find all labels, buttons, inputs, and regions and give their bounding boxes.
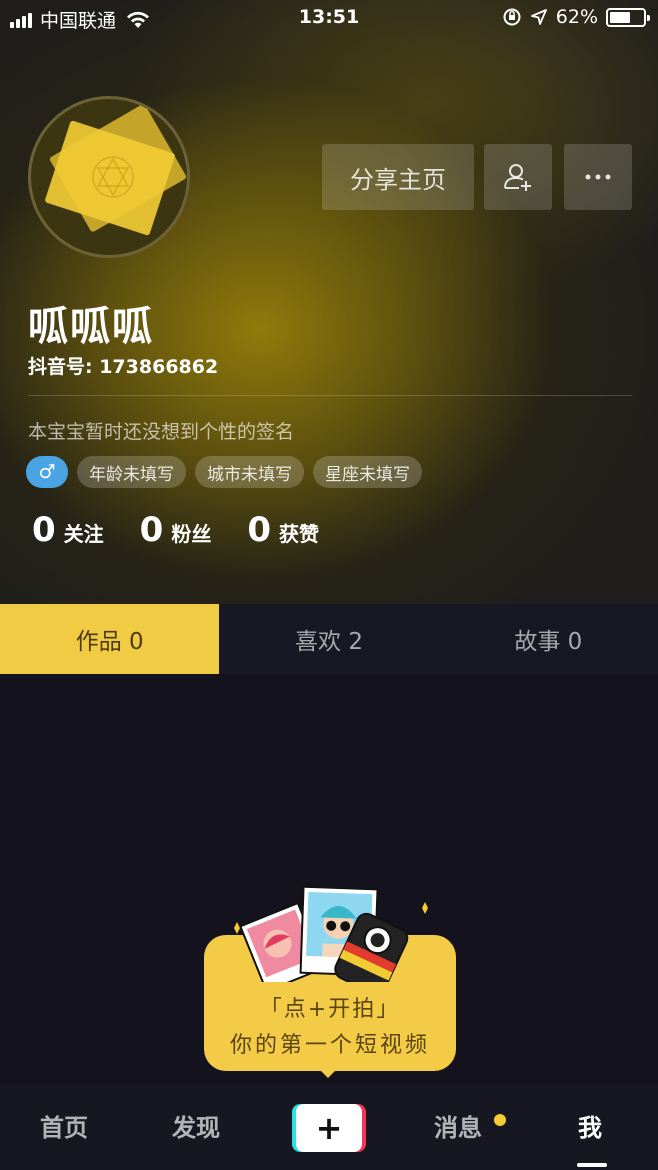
- nav-home[interactable]: 首页: [40, 1108, 88, 1143]
- tab-stories[interactable]: 故事 0: [439, 604, 658, 674]
- plus-icon: +: [296, 1104, 362, 1152]
- avatar-emblem-icon: [92, 156, 134, 198]
- add-friend-button[interactable]: [484, 144, 552, 210]
- signature[interactable]: 本宝宝暂时还没想到个性的签名: [28, 417, 294, 444]
- more-dots-icon: [585, 174, 611, 180]
- username: 呱呱呱: [28, 304, 154, 350]
- followers-label: 粉丝: [171, 522, 212, 546]
- share-profile-button[interactable]: 分享主页: [322, 144, 474, 210]
- photos-camera-illustration: [234, 885, 428, 982]
- nav-messages[interactable]: 消息: [434, 1108, 482, 1143]
- profile-stats: 0 关注 0 粉丝 0 获赞: [32, 510, 355, 550]
- douyin-id: 抖音号: 173866862: [28, 356, 219, 378]
- tip-arrow: [318, 1068, 338, 1078]
- avatar[interactable]: [28, 96, 190, 258]
- following-label: 关注: [63, 522, 104, 546]
- profile-tabs: 作品 0 喜欢 2 故事 0: [0, 604, 658, 674]
- nav-active-indicator: [577, 1163, 607, 1167]
- battery-icon: [606, 7, 650, 27]
- add-user-icon: [504, 164, 531, 191]
- nav-me[interactable]: 我: [578, 1108, 602, 1143]
- stat-followers[interactable]: 0 粉丝: [140, 510, 212, 550]
- likes-count: 0: [247, 510, 272, 550]
- stat-likes[interactable]: 0 获赞: [247, 510, 319, 550]
- gender-male-icon[interactable]: ♂: [26, 456, 68, 488]
- tab-works[interactable]: 作品 0: [0, 604, 220, 674]
- profile-tags: ♂ 年龄未填写 城市未填写 星座未填写: [26, 456, 422, 488]
- likes-label: 获赞: [279, 522, 320, 546]
- location-arrow-icon: [530, 9, 547, 25]
- following-count: 0: [32, 510, 56, 550]
- more-button[interactable]: [564, 144, 632, 210]
- followers-count: 0: [139, 510, 164, 550]
- stat-following[interactable]: 0 关注: [32, 510, 104, 550]
- status-bar: 中国联通 13:51 62%: [0, 0, 658, 36]
- battery-percent: 62%: [555, 6, 598, 28]
- tip-line-2: 你的第一个短视频: [229, 1033, 430, 1058]
- orientation-lock-icon: [503, 8, 521, 26]
- tag-constellation[interactable]: 星座未填写: [313, 456, 422, 488]
- divider: [28, 395, 632, 396]
- create-video-button[interactable]: +: [292, 1104, 366, 1152]
- tab-likes[interactable]: 喜欢 2: [219, 604, 438, 674]
- tag-city[interactable]: 城市未填写: [195, 456, 304, 488]
- tip-line-1: 「点+开拍」: [259, 997, 401, 1022]
- tag-age[interactable]: 年龄未填写: [77, 456, 186, 488]
- unread-dot: [494, 1114, 506, 1126]
- nav-discover[interactable]: 发现: [172, 1108, 220, 1143]
